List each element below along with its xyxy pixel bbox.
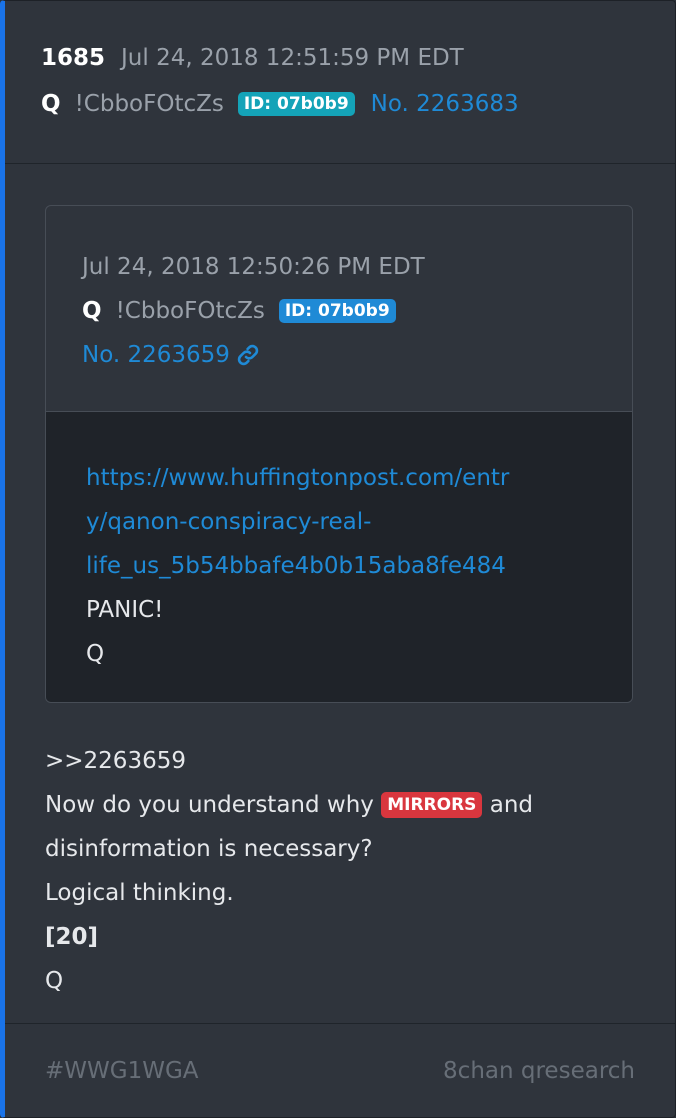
post-header: 1685 Jul 24, 2018 12:51:59 PM EDT Q !Cbbo… — [5, 1, 675, 164]
quoted-post-number-link[interactable]: No. 2263659 — [82, 342, 260, 368]
post-footer: #WWG1WGA 8chan qresearch — [5, 1023, 675, 1117]
quoted-url-line-3[interactable]: life_us_5b54bbafe4b0b15aba8fe484 — [86, 544, 509, 588]
id-badge: ID: 07b0b9 — [237, 92, 355, 116]
post-body: >>2263659 Now do you understand why MIRR… — [45, 739, 533, 1003]
post-datetime: Jul 24, 2018 12:51:59 PM EDT — [121, 45, 464, 71]
link-icon[interactable] — [236, 343, 260, 367]
quoted-post-header: Jul 24, 2018 12:50:26 PM EDT Q !CbboFOtc… — [46, 206, 632, 412]
tripcode: !CbboFOtcZs — [74, 91, 224, 117]
quoted-url-line-2[interactable]: y/qanon-conspiracy-real- — [86, 500, 509, 544]
quoted-url-line-1[interactable]: https://www.huffingtonpost.com/entr — [86, 456, 509, 500]
post-author-row: Q !CbboFOtcZs ID: 07b0b9 No. 2263683 — [41, 91, 519, 117]
quoted-post-body: https://www.huffingtonpost.com/entr y/qa… — [46, 412, 632, 702]
body-line-1-end: and — [489, 792, 534, 818]
quoted-text-line-1: PANIC! — [86, 597, 164, 623]
body-line-3: Logical thinking. — [45, 880, 234, 906]
quoted-tripcode: !CbboFOtcZs — [115, 298, 265, 324]
post-number-link[interactable]: No. 2263683 — [371, 91, 519, 117]
post-number: 1685 — [41, 45, 106, 71]
body-line-1: Now do you understand why MIRRORS and — [45, 783, 533, 827]
body-line-4: [20] — [45, 924, 99, 950]
reply-reference[interactable]: >>2263659 — [45, 739, 533, 783]
post-card: 1685 Jul 24, 2018 12:51:59 PM EDT Q !Cbbo… — [0, 0, 676, 1118]
quoted-author-name: Q — [82, 298, 102, 324]
body-line-1-start: Now do you understand why — [45, 792, 374, 818]
hashtag: #WWG1WGA — [45, 1058, 199, 1084]
quoted-post-number[interactable]: No. 2263659 — [82, 342, 230, 368]
quoted-text-line-2: Q — [86, 641, 105, 667]
body-signature: Q — [45, 968, 64, 994]
quoted-author-row: Q !CbboFOtcZs ID: 07b0b9 — [82, 298, 396, 324]
source-label: 8chan qresearch — [443, 1058, 635, 1084]
quoted-id-badge: ID: 07b0b9 — [278, 299, 396, 323]
mirrors-badge: MIRRORS — [381, 792, 483, 818]
quoted-post: Jul 24, 2018 12:50:26 PM EDT Q !CbboFOtc… — [45, 205, 633, 703]
quoted-post-datetime: Jul 24, 2018 12:50:26 PM EDT — [82, 254, 425, 280]
post-meta-row: 1685 Jul 24, 2018 12:51:59 PM EDT — [41, 45, 464, 71]
body-line-2: disinformation is necessary? — [45, 836, 373, 862]
author-name: Q — [41, 91, 61, 117]
